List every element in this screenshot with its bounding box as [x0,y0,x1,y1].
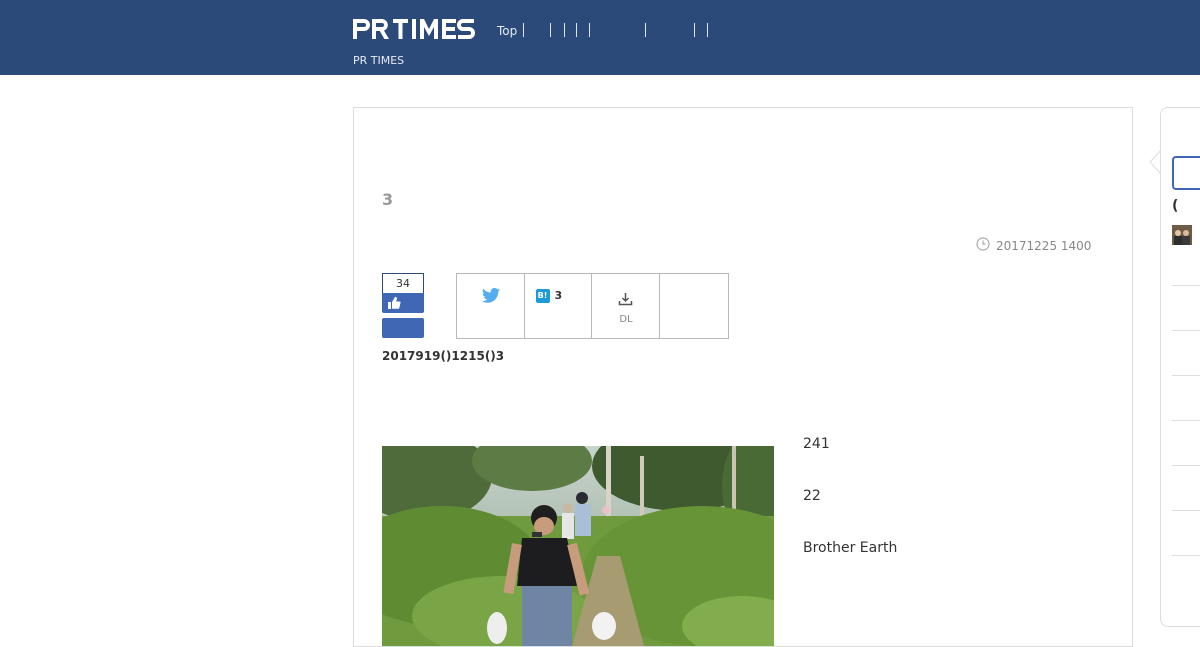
sidebar-divider [1172,330,1200,331]
download-label: DL [619,314,633,325]
release-photo[interactable] [382,446,774,646]
site-tagline: PR TIMES [353,54,405,67]
nav-separator [564,23,565,37]
stat-organization: Brother Earth [803,540,898,556]
nav-separator [589,23,590,37]
twitter-icon [482,288,500,307]
sidebar-follow-box[interactable] [1172,156,1200,190]
sidebar-company-name[interactable]: ( [1172,198,1178,214]
sidebar-divider [1172,375,1200,376]
nav-separator [694,23,695,37]
nav-separator [523,23,524,37]
sidebar-divider [1172,510,1200,511]
like-button[interactable] [382,293,424,313]
download-icon [618,291,633,310]
share-more-button[interactable] [660,274,728,338]
prtimes-logo[interactable] [353,17,475,43]
stat-count: 22 [803,488,821,504]
hatena-bookmark-icon: B! [535,289,550,303]
sidebar-divider [1172,420,1200,421]
company-sidebar: ( [1160,107,1200,627]
stat-count: 241 [803,436,830,452]
twitter-share-button[interactable] [457,274,525,338]
press-release-card: 3 20171225 1400 34 B! 3 DL 2017919()1215… [353,107,1133,647]
publish-date: 20171225 1400 [976,237,1091,254]
company-name[interactable]: 3 [382,190,393,209]
release-subtitle: 2017919()1215()3 [382,349,505,363]
hatena-bookmark-count: 3 [554,289,563,302]
download-button[interactable]: DL [592,274,660,338]
hatena-bookmark-button[interactable]: B! 3 [525,274,592,338]
nav-separator [550,23,551,37]
like-count: 34 [382,273,424,293]
site-header: PR TIMES Top [0,0,1200,75]
clock-icon [976,237,990,254]
company-avatar[interactable] [1172,225,1192,245]
publish-date-text: 20171225 1400 [996,238,1092,253]
sidebar-divider [1172,285,1200,286]
follow-button[interactable] [382,318,424,338]
sidebar-divider [1172,555,1200,556]
nav-separator [645,23,646,37]
sidebar-divider [1172,465,1200,466]
nav-separator [707,23,708,37]
nav-item-top[interactable]: Top [497,24,517,38]
nav-separator [576,23,577,37]
share-bar: B! 3 DL [456,273,729,339]
